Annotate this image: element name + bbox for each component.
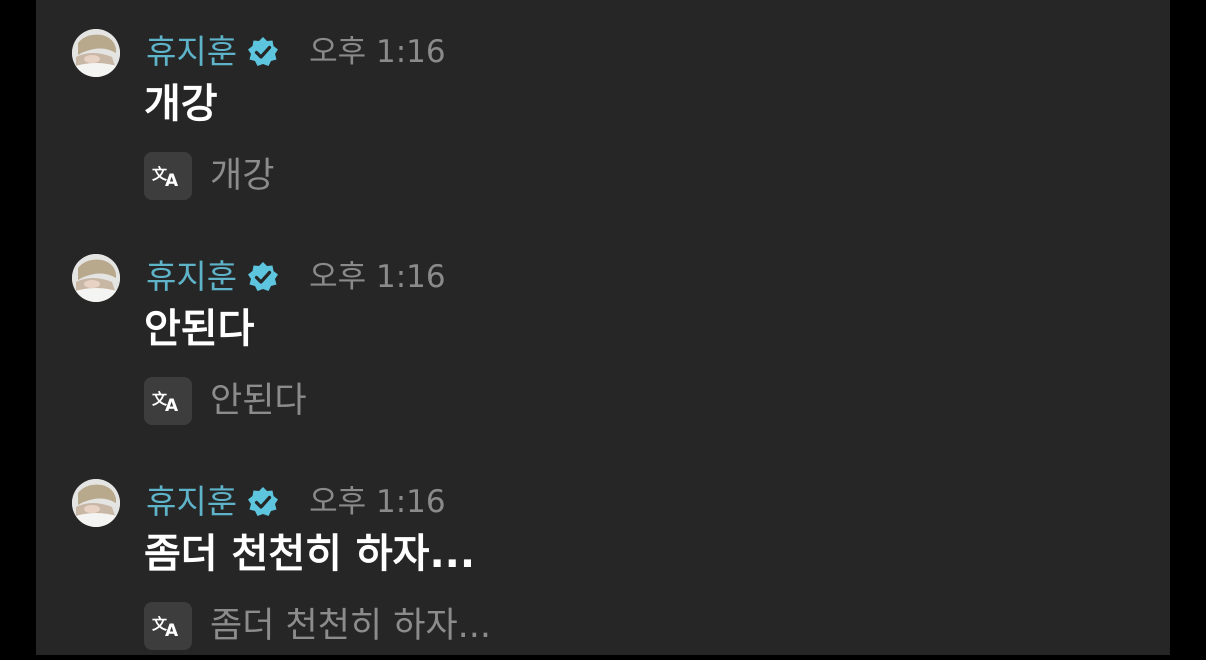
message-text: 개강 xyxy=(144,81,218,127)
translation-text: 안된다 xyxy=(210,381,307,421)
timestamp: 오후 1:16 xyxy=(309,259,446,295)
message-item[interactable]: 휴지훈 오후 1:16 안된다 文 A 안된다 xyxy=(36,225,1170,435)
translation-text: 개강 xyxy=(210,156,275,196)
avatar[interactable] xyxy=(72,254,120,302)
message-header: 휴지훈 오후 1:16 xyxy=(146,255,446,299)
translation-row: 文 A 안된다 xyxy=(144,377,307,425)
sender-name[interactable]: 휴지훈 xyxy=(146,255,237,299)
message-header: 휴지훈 오후 1:16 xyxy=(146,30,446,74)
avatar[interactable] xyxy=(72,29,120,77)
message-item[interactable]: 휴지훈 오후 1:16 개강 文 A 개강 xyxy=(36,0,1170,210)
chat-panel: 휴지훈 오후 1:16 개강 文 A 개강 휴지훈 오후 1:16 안된다 文 … xyxy=(36,0,1170,655)
message-header: 휴지훈 오후 1:16 xyxy=(146,480,446,524)
avatar[interactable] xyxy=(72,479,120,527)
svg-text:A: A xyxy=(165,621,179,639)
message-item[interactable]: 휴지훈 오후 1:16 좀더 천천히 하자... 文 A 좀더 천천히 하자..… xyxy=(36,450,1170,660)
verified-badge-icon xyxy=(247,486,279,518)
svg-text:A: A xyxy=(165,171,179,189)
timestamp: 오후 1:16 xyxy=(309,34,446,70)
sender-name[interactable]: 휴지훈 xyxy=(146,30,237,74)
message-text: 안된다 xyxy=(144,306,255,352)
verified-badge-icon xyxy=(247,36,279,68)
svg-text:A: A xyxy=(165,396,179,414)
translation-row: 文 A 좀더 천천히 하자... xyxy=(144,602,491,650)
translation-row: 文 A 개강 xyxy=(144,152,274,200)
translate-icon[interactable]: 文 A xyxy=(144,602,192,650)
translation-text: 좀더 천천히 하자... xyxy=(210,606,492,646)
message-text: 좀더 천천히 하자... xyxy=(144,531,476,577)
sender-name[interactable]: 휴지훈 xyxy=(146,480,237,524)
translate-icon[interactable]: 文 A xyxy=(144,152,192,200)
timestamp: 오후 1:16 xyxy=(309,484,446,520)
translate-icon[interactable]: 文 A xyxy=(144,377,192,425)
verified-badge-icon xyxy=(247,261,279,293)
